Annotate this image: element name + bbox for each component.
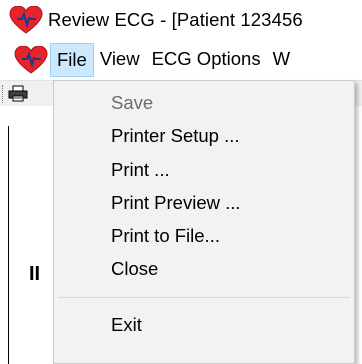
menu-bar: File View ECG Options W	[0, 40, 362, 80]
menu-window[interactable]: W	[267, 43, 296, 77]
toolbar-grip[interactable]	[2, 85, 5, 103]
menu-ecg-options[interactable]: ECG Options	[146, 43, 267, 77]
menu-view[interactable]: View	[94, 43, 146, 77]
file-menu-dropdown: Save Printer Setup ... Print ... Print P…	[53, 80, 355, 364]
menu-file[interactable]: File	[50, 43, 94, 77]
heart-ecg-icon	[9, 6, 43, 34]
menu-item-exit[interactable]: Exit	[54, 310, 354, 340]
menu-item-printer-setup[interactable]: Printer Setup ...	[54, 121, 354, 151]
menu-item-print-to-file[interactable]: Print to File...	[54, 221, 354, 251]
menu-separator	[58, 297, 350, 298]
title-bar[interactable]: Review ECG - [Patient 123456	[0, 0, 362, 40]
menu-item-save[interactable]: Save	[54, 88, 354, 118]
heart-ecg-icon[interactable]	[14, 46, 48, 74]
printer-icon[interactable]	[8, 85, 28, 102]
menu-item-print-preview[interactable]: Print Preview ...	[54, 188, 354, 218]
lead-label: II	[29, 263, 41, 285]
ecg-frame-border	[8, 126, 9, 364]
window-title: Review ECG - [Patient 123456	[48, 9, 303, 30]
menu-item-close[interactable]: Close	[54, 254, 354, 284]
menu-item-print[interactable]: Print ...	[54, 155, 354, 185]
